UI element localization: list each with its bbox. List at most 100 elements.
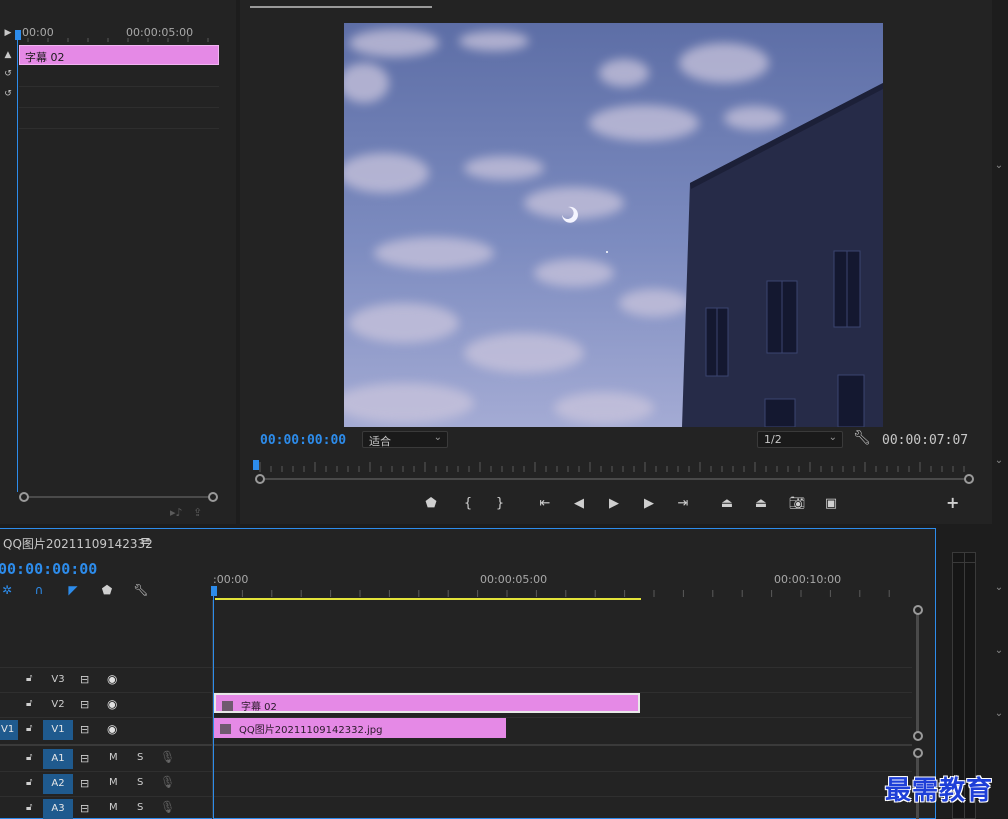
source-patch-v1[interactable]: V1 bbox=[0, 720, 18, 740]
ruler-label-10s: 00:00:10:00 bbox=[774, 573, 842, 586]
timeline-timecode[interactable]: 00:00:00:00 bbox=[0, 560, 97, 578]
scroll-knob-top[interactable] bbox=[913, 748, 923, 758]
collapse-arrow-icon[interactable]: ▲ bbox=[2, 49, 14, 61]
program-playhead-handle[interactable] bbox=[253, 460, 259, 470]
lock-icon[interactable]: 🔓︎ bbox=[26, 777, 32, 788]
add-marker-icon[interactable]: ⬟ bbox=[98, 583, 116, 599]
row-divider bbox=[19, 86, 219, 87]
sync-lock-film-icon[interactable]: ⊟ bbox=[80, 723, 89, 736]
microphone-icon[interactable]: 🎙︎ bbox=[160, 750, 175, 764]
track-name[interactable]: A1 bbox=[43, 749, 73, 769]
scroll-knob-bottom[interactable] bbox=[913, 731, 923, 741]
export-frame-camera-icon[interactable]: 📷︎ bbox=[786, 494, 808, 514]
sync-lock-film-icon[interactable]: ⊟ bbox=[80, 752, 89, 765]
timeline-playhead-handle[interactable] bbox=[211, 586, 217, 596]
source-title-clip[interactable]: 字幕 02 bbox=[19, 45, 219, 65]
zoom-level-dropdown[interactable]: 适合 ⌄ bbox=[362, 431, 448, 448]
scroll-knob-left[interactable] bbox=[19, 492, 29, 502]
scroll-knob-top[interactable] bbox=[913, 605, 923, 615]
work-area-bar[interactable] bbox=[215, 598, 641, 600]
source-playhead-line[interactable] bbox=[17, 30, 18, 492]
effect-controls-panel bbox=[0, 0, 236, 524]
chevron-down-icon[interactable]: ⌄ bbox=[992, 645, 1006, 656]
lock-icon[interactable]: 🔓︎ bbox=[26, 673, 32, 684]
scroll-knob-right[interactable] bbox=[964, 474, 974, 484]
program-current-timecode[interactable]: 00:00:00:00 bbox=[260, 433, 346, 448]
track-header-v3[interactable]: 🔓︎ V3 ⊟ ◉ bbox=[0, 668, 212, 692]
chevron-down-icon[interactable]: ⌄ bbox=[992, 160, 1006, 171]
snap-magnet-icon[interactable]: ∩ bbox=[30, 583, 48, 599]
step-back-button[interactable]: ◀︎ bbox=[568, 494, 590, 514]
go-to-out-button[interactable]: ⇥ bbox=[672, 494, 694, 514]
program-tab-indicator[interactable] bbox=[250, 6, 432, 8]
sync-lock-film-icon[interactable]: ⊟ bbox=[80, 802, 89, 815]
sequence-tab-title[interactable]: QQ图片20211109142332 bbox=[3, 535, 153, 552]
program-duration-timecode: 00:00:07:07 bbox=[882, 433, 969, 448]
settings-wrench-icon[interactable]: 🔧︎ bbox=[853, 430, 871, 446]
track-name[interactable]: V1 bbox=[43, 720, 73, 740]
scroll-knob-left[interactable] bbox=[255, 474, 265, 484]
track-header-v2[interactable]: 🔓︎ V2 ⊟ ◉ bbox=[0, 693, 212, 717]
reset-icon-2[interactable]: ↺ bbox=[2, 88, 14, 100]
add-marker-button[interactable]: ⬟ bbox=[420, 494, 442, 514]
step-forward-button[interactable]: ▶︎ bbox=[638, 494, 660, 514]
playback-resolution-dropdown[interactable]: 1/2 ⌄ bbox=[757, 431, 843, 448]
track-header-v1[interactable]: V1 🔓︎ V1 ⊟ ◉ bbox=[0, 718, 212, 742]
play-button[interactable]: ▶︎ bbox=[603, 494, 625, 514]
fx-badge-icon bbox=[220, 724, 231, 734]
lock-icon[interactable]: 🔓︎ bbox=[26, 802, 32, 813]
go-to-in-button[interactable]: ⇤ bbox=[534, 494, 556, 514]
scroll-knob-right[interactable] bbox=[208, 492, 218, 502]
track-name[interactable]: V2 bbox=[43, 695, 73, 715]
solo-button[interactable]: S bbox=[137, 752, 143, 763]
expand-arrow-icon[interactable]: ▶ bbox=[2, 27, 14, 39]
title-clip-v2[interactable]: 字幕 02 bbox=[214, 693, 640, 713]
reset-icon[interactable]: ↺ bbox=[2, 68, 14, 80]
program-zoom-scrollbar[interactable] bbox=[262, 478, 966, 480]
track-name[interactable]: A3 bbox=[43, 799, 73, 819]
video-tracks-scrollbar[interactable] bbox=[916, 612, 919, 736]
sync-lock-film-icon[interactable]: ⊟ bbox=[80, 673, 89, 686]
eye-icon[interactable]: ◉ bbox=[107, 722, 117, 736]
track-name[interactable]: V3 bbox=[43, 670, 73, 690]
lock-icon[interactable]: 🔓︎ bbox=[26, 698, 32, 709]
timeline-playhead-line[interactable] bbox=[213, 590, 214, 819]
mark-out-button[interactable]: } bbox=[489, 494, 511, 514]
chevron-down-icon[interactable]: ⌄ bbox=[992, 708, 1006, 719]
lock-icon[interactable]: 🔓︎ bbox=[26, 723, 32, 734]
chevron-down-icon[interactable]: ⌄ bbox=[992, 582, 1006, 593]
track-name[interactable]: A2 bbox=[43, 774, 73, 794]
mute-button[interactable]: M bbox=[109, 752, 118, 763]
mute-button[interactable]: M bbox=[109, 777, 118, 788]
comparison-view-button[interactable]: ▣ bbox=[820, 494, 842, 514]
solo-button[interactable]: S bbox=[137, 802, 143, 813]
microphone-icon[interactable]: 🎙︎ bbox=[160, 800, 175, 814]
export-icon[interactable]: ⇪ bbox=[193, 506, 202, 519]
nest-icon[interactable]: ✲ bbox=[0, 583, 16, 599]
solo-button[interactable]: S bbox=[137, 777, 143, 788]
mark-in-button[interactable]: { bbox=[457, 494, 479, 514]
source-playhead-handle[interactable] bbox=[15, 30, 21, 40]
sync-lock-film-icon[interactable]: ⊟ bbox=[80, 698, 89, 711]
mute-button[interactable]: M bbox=[109, 802, 118, 813]
eye-icon[interactable]: ◉ bbox=[107, 672, 117, 686]
panel-menu-icon[interactable]: ≡ bbox=[140, 534, 151, 549]
sync-lock-film-icon[interactable]: ⊟ bbox=[80, 777, 89, 790]
source-zoom-scrollbar[interactable] bbox=[22, 496, 217, 498]
program-time-ruler[interactable] bbox=[256, 460, 974, 474]
extract-button[interactable]: ⏏︎ bbox=[750, 494, 772, 514]
track-header-a2[interactable]: 🔓︎ A2 ⊟ M S 🎙︎ bbox=[0, 772, 212, 796]
add-button-plus-icon[interactable]: + bbox=[946, 493, 959, 512]
microphone-icon[interactable]: 🎙︎ bbox=[160, 775, 175, 789]
linked-selection-icon[interactable]: ◤ bbox=[64, 583, 82, 599]
audio-only-icon[interactable]: ▸♪ bbox=[170, 506, 183, 519]
lift-button[interactable]: ⏏︎ bbox=[716, 494, 738, 514]
chevron-down-icon[interactable]: ⌄ bbox=[992, 455, 1006, 466]
track-header-a1[interactable]: 🔓︎ A1 ⊟ M S 🎙︎ bbox=[0, 747, 212, 771]
eye-icon[interactable]: ◉ bbox=[107, 697, 117, 711]
timeline-settings-wrench-icon[interactable]: 🔧︎ bbox=[132, 583, 150, 599]
source-bottom-icons: ▸♪ ⇪ bbox=[170, 506, 202, 519]
image-clip-v1[interactable]: QQ图片20211109142332.jpg bbox=[214, 718, 506, 738]
track-header-a3[interactable]: 🔓︎ A3 ⊟ M S 🎙︎ bbox=[0, 797, 212, 819]
lock-icon[interactable]: 🔓︎ bbox=[26, 752, 32, 763]
